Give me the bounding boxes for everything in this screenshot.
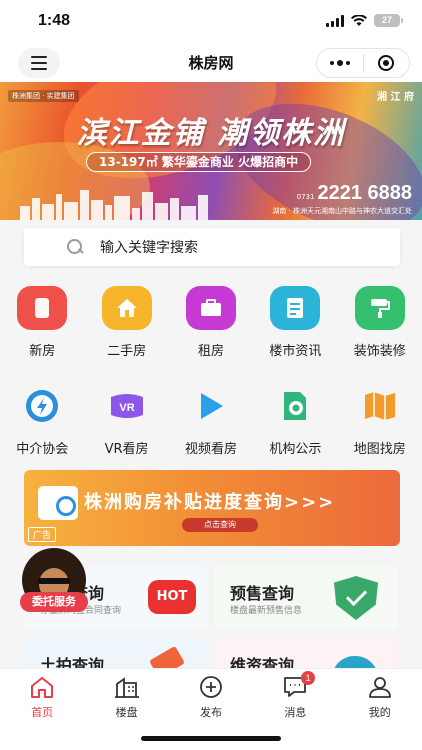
- shield-check-icon: [334, 576, 378, 620]
- briefcase-icon: [185, 286, 236, 330]
- banner-phone: 0731 2221 6888: [296, 182, 412, 204]
- search-icon: [66, 238, 84, 256]
- grid-item-new-house[interactable]: 新房: [0, 286, 84, 359]
- status-time: 1:48: [38, 12, 71, 29]
- commission-service-label[interactable]: 委托服务: [20, 592, 88, 612]
- map-icon: [355, 384, 405, 428]
- grid-item-agency-association[interactable]: 中介协会: [0, 384, 84, 457]
- mini-program-capsule: [316, 48, 410, 78]
- grid-item-second-hand[interactable]: 二手房: [84, 286, 168, 359]
- grid-item-rent[interactable]: 租房: [169, 286, 253, 359]
- paint-roller-icon: [354, 286, 405, 330]
- message-badge: 1: [301, 671, 316, 685]
- ad-title: 株洲购房补贴进度查询>>>: [84, 492, 336, 513]
- subsidy-query-ad[interactable]: 株洲购房补贴进度查询>>> 点击查询 广告: [24, 470, 400, 546]
- tab-home[interactable]: 首页: [0, 669, 84, 750]
- service-grid-row2: 中介协会 VR VR看房 视频看房 机构公示 地图找房: [0, 384, 422, 457]
- user-icon: [368, 677, 391, 698]
- ad-query-button[interactable]: 点击查询: [182, 518, 258, 532]
- institution-icon: [270, 384, 320, 428]
- news-icon: [270, 286, 321, 330]
- plus-circle-icon: [200, 676, 222, 698]
- status-bar: 1:48 27: [0, 0, 422, 44]
- search-input[interactable]: 输入关键字搜索: [24, 228, 400, 266]
- vr-icon: VR: [102, 384, 152, 428]
- battery-icon: 27: [374, 14, 403, 27]
- grid-item-market-news[interactable]: 楼市资讯: [253, 286, 337, 359]
- wifi-icon: [351, 14, 367, 26]
- service-grid-row1: 新房 二手房 租房 楼市资讯 装饰装修: [0, 286, 422, 359]
- grid-item-institution-notice[interactable]: 机构公示: [253, 384, 337, 457]
- hot-icon: HOT: [148, 580, 196, 614]
- grid-item-map-search[interactable]: 地图找房: [338, 384, 422, 457]
- home-icon: [31, 677, 54, 698]
- grid-item-video-view[interactable]: 视频看房: [169, 384, 253, 457]
- house-icon: [101, 286, 152, 330]
- grid-item-decoration[interactable]: 装饰装修: [338, 286, 422, 359]
- status-icons: 27: [326, 14, 403, 27]
- ad-tag: 广告: [28, 527, 57, 542]
- building-icon: [17, 286, 68, 330]
- grid-item-vr-view[interactable]: VR VR看房: [84, 384, 168, 457]
- home-indicator: [141, 736, 281, 741]
- agency-icon: [17, 384, 67, 428]
- banner-project-logo: 湘 江 府: [377, 92, 414, 103]
- banner-subtitle: 13-197㎡ 繁华鎏金商业 火爆招商中: [86, 152, 312, 172]
- card-presale-query[interactable]: 预售查询 楼盘最新预售信息: [214, 566, 398, 630]
- more-icon[interactable]: [317, 60, 363, 66]
- svg-text:VR: VR: [119, 402, 134, 414]
- banner-address: 湖南 · 株洲天元湘南山中路与神农大道交汇处: [272, 207, 412, 215]
- tab-mine[interactable]: 我的: [338, 669, 422, 750]
- document-search-icon: [38, 486, 78, 520]
- signal-icon: [326, 14, 344, 27]
- banner-cityscape: [0, 186, 260, 220]
- buildings-icon: [114, 677, 139, 698]
- promo-banner[interactable]: 株洲集团 · 实建集团 湘 江 府 滨江金铺 潮领株洲 13-197㎡ 繁华鎏金…: [0, 82, 422, 220]
- banner-headline: 滨江金铺 潮领株洲: [76, 116, 346, 151]
- close-target-icon[interactable]: [363, 55, 409, 71]
- search-placeholder: 输入关键字搜索: [100, 240, 198, 256]
- play-icon: [186, 384, 236, 428]
- nav-bar: 株房网: [0, 44, 422, 82]
- banner-developer-logo: 株洲集团 · 实建集团: [8, 90, 79, 102]
